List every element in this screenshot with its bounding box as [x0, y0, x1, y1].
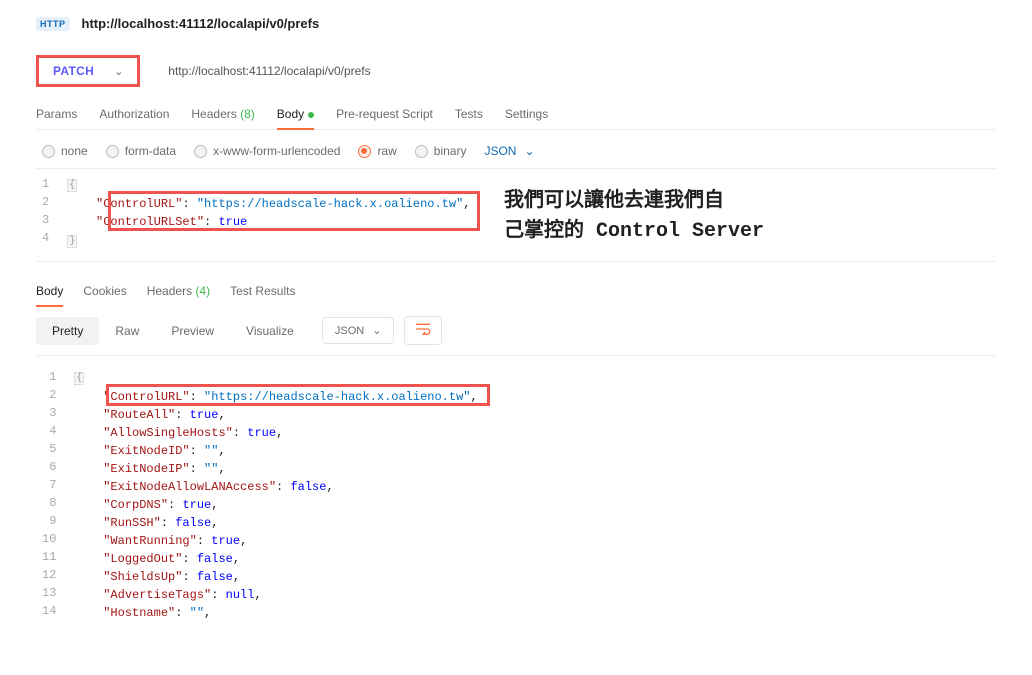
request-title: http://localhost:41112/localapi/v0/prefs [82, 16, 320, 31]
response-tabs: Body Cookies Headers (4) Test Results [36, 278, 996, 306]
radio-binary[interactable]: binary [415, 144, 467, 158]
view-raw[interactable]: Raw [99, 317, 155, 345]
view-preview[interactable]: Preview [155, 317, 230, 345]
radio-raw[interactable]: raw [358, 144, 396, 158]
response-body-viewer[interactable]: 1234567891011121314 { "ControlURL": "htt… [36, 355, 996, 632]
request-header: HTTP http://localhost:41112/localapi/v0/… [36, 16, 996, 31]
radio-formdata[interactable]: form-data [106, 144, 176, 158]
tab-body[interactable]: Body [277, 101, 314, 129]
url-input[interactable] [156, 55, 996, 87]
annotation-text: 我們可以讓他去連我們自 己掌控的 Control Server [504, 187, 764, 247]
body-type-options: none form-data x-www-form-urlencoded raw… [36, 140, 996, 169]
resp-tab-cookies[interactable]: Cookies [83, 278, 126, 306]
tab-params[interactable]: Params [36, 101, 77, 129]
tab-settings[interactable]: Settings [505, 101, 548, 129]
radio-xwww[interactable]: x-www-form-urlencoded [194, 144, 340, 158]
wrap-icon [415, 323, 431, 335]
request-tabs: Params Authorization Headers (8) Body Pr… [36, 101, 996, 130]
radio-none[interactable]: none [42, 144, 88, 158]
method-label: PATCH [53, 64, 94, 78]
request-body-editor[interactable]: 1234 { "ControlURL": "https://headscale-… [36, 169, 996, 262]
modified-dot-icon [308, 112, 314, 118]
tab-headers[interactable]: Headers (8) [191, 101, 254, 129]
tab-prerequest[interactable]: Pre-request Script [336, 101, 433, 129]
chevron-down-icon: ⌄ [372, 324, 381, 337]
http-badge-icon: HTTP [36, 17, 70, 31]
chevron-down-icon: ⌄ [524, 144, 534, 158]
response-view-row: Pretty Raw Preview Visualize JSON⌄ [36, 316, 996, 345]
view-visualize[interactable]: Visualize [230, 317, 310, 345]
line-gutter: 1234 [36, 175, 67, 251]
chevron-down-icon: ⌄ [114, 65, 123, 78]
tab-authorization[interactable]: Authorization [99, 101, 169, 129]
view-pretty[interactable]: Pretty [36, 317, 99, 345]
line-gutter: 1234567891011121314 [36, 368, 74, 622]
tab-tests[interactable]: Tests [455, 101, 483, 129]
resp-tab-tests[interactable]: Test Results [230, 278, 295, 306]
resp-tab-headers[interactable]: Headers (4) [147, 278, 210, 306]
wrap-lines-button[interactable] [404, 316, 442, 345]
resp-tab-body[interactable]: Body [36, 278, 63, 306]
response-language-select[interactable]: JSON⌄ [322, 317, 395, 344]
method-select[interactable]: PATCH ⌄ [36, 55, 140, 87]
body-language-select[interactable]: JSON⌄ [484, 144, 534, 158]
